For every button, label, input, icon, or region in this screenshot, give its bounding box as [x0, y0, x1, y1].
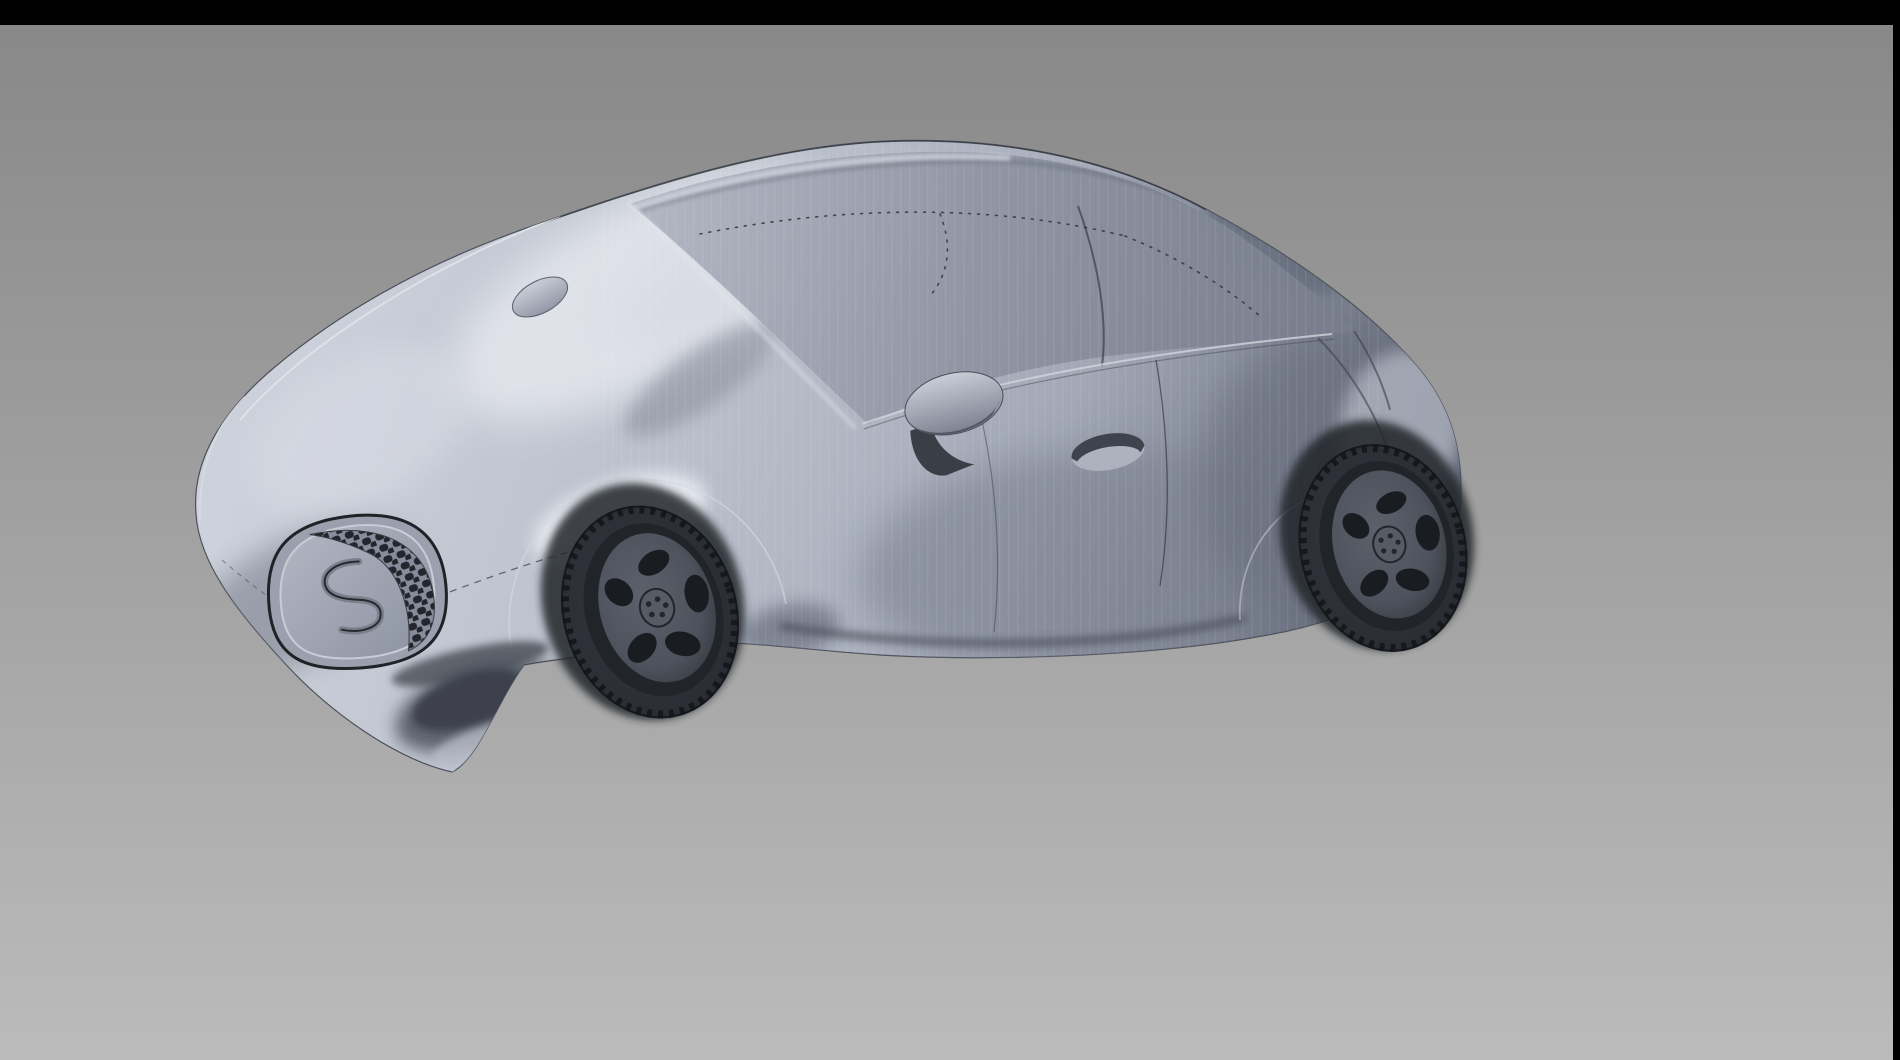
right-letterbox-bar: [1893, 0, 1900, 1060]
viewport-stage: [0, 0, 1900, 1060]
top-letterbox-bar: [0, 0, 1900, 25]
car-render-viewport[interactable]: [0, 0, 1900, 1060]
concept-car: [166, 117, 1520, 776]
